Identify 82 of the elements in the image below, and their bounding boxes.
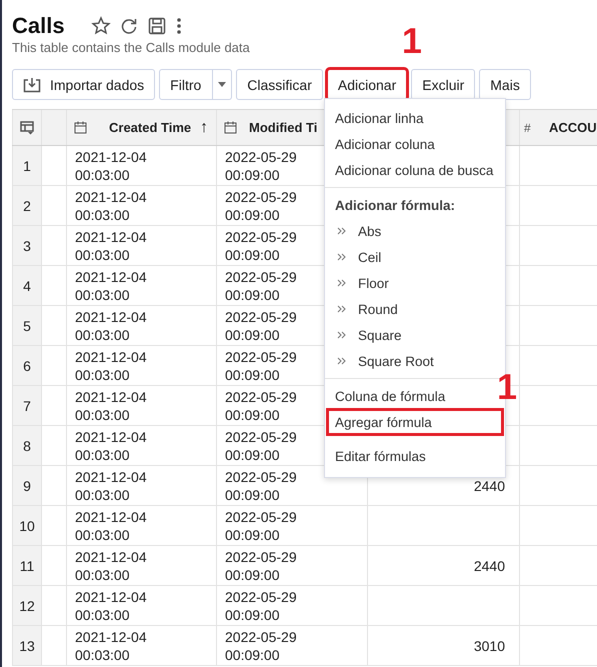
- callout-number: 1: [402, 23, 422, 59]
- table-cell-text: 2022-05-29 00:09:00: [225, 388, 298, 424]
- table-cell-text: 2021-12-04 00:03:00: [75, 468, 148, 504]
- table-cell-text: 2022-05-29 00:09:00: [225, 308, 298, 344]
- table-cell-text: 2022-05-29 00:09:00: [225, 548, 298, 584]
- column-header[interactable]: ACCOU: [549, 120, 597, 135]
- row-number: 5: [12, 306, 42, 345]
- double-chevron-icon: [337, 227, 346, 235]
- table-cell: 2440: [474, 558, 505, 574]
- double-chevron-icon: [337, 279, 346, 287]
- row-number: 4: [12, 266, 42, 305]
- row-number: 9: [12, 466, 42, 505]
- toolbar-button[interactable]: Filtro: [159, 69, 214, 100]
- toolbar-button[interactable]: Classificar: [236, 69, 323, 100]
- menu-item[interactable]: Abs: [325, 218, 505, 244]
- row-number: 2: [12, 186, 42, 225]
- table-cell: 2440: [474, 478, 505, 494]
- table-cell-text: 2021-12-04 00:03:00: [75, 508, 148, 544]
- caret-icon: [218, 82, 226, 87]
- table-cell-text: 2022-05-29 00:09:00: [225, 588, 298, 624]
- menu-item[interactable]: Square: [325, 322, 505, 348]
- calendar-icon: [224, 121, 237, 134]
- table-cell-text: 2021-12-04 00:03:00: [75, 588, 148, 624]
- table-cell-text: 2021-12-04 00:03:00: [75, 628, 148, 664]
- menu-item[interactable]: Editar fórmulas: [325, 443, 505, 469]
- menu-item[interactable]: Ceil: [325, 244, 505, 270]
- menu-item[interactable]: Floor: [325, 270, 505, 296]
- table-cell-text: 2021-12-04 00:03:00: [75, 428, 148, 464]
- table-cell-text: 2021-12-04 00:03:00: [75, 388, 148, 424]
- double-chevron-icon: [337, 331, 346, 339]
- double-chevron-icon: [337, 357, 346, 365]
- double-chevron-icon: [337, 305, 346, 313]
- double-chevron-icon: [337, 253, 346, 261]
- table-settings-icon[interactable]: [20, 120, 34, 134]
- row-number: 12: [12, 586, 42, 625]
- table-cell-text: 2022-05-29 00:09:00: [225, 148, 298, 184]
- type-mark: #: [524, 120, 532, 134]
- menu-heading: Adicionar fórmula:: [334, 196, 456, 214]
- save-icon[interactable]: [146, 16, 167, 36]
- menu-item[interactable]: Adicionar coluna de busca: [325, 157, 505, 183]
- row-number: 1: [12, 146, 42, 185]
- menu-item[interactable]: Adicionar linha: [325, 105, 505, 131]
- row-number: 6: [12, 346, 42, 385]
- table-cell-text: 2021-12-04 00:03:00: [75, 268, 148, 304]
- table-cell-text: 2021-12-04 00:03:00: [75, 188, 148, 224]
- table-cell-text: 2022-05-29 00:09:00: [225, 468, 298, 504]
- toolbar-button[interactable]: Excluir: [411, 69, 476, 100]
- table-cell-text: 2022-05-29 00:09:00: [225, 428, 298, 464]
- column-header[interactable]: Created Time: [95, 120, 192, 135]
- import-icon: [23, 76, 41, 92]
- table-cell-text: 2021-12-04 00:03:00: [75, 228, 148, 264]
- table-cell-text: 2022-05-29 00:09:00: [225, 508, 298, 544]
- page-title: Calls: [12, 13, 65, 39]
- refresh-icon[interactable]: [118, 16, 139, 36]
- table-cell-text: 2022-05-29 00:09:00: [225, 228, 298, 264]
- table-cell: 3010: [474, 638, 505, 654]
- menu-item[interactable]: Adicionar coluna: [325, 131, 505, 157]
- dropdown-button[interactable]: [213, 69, 232, 100]
- sort-arrow[interactable]: ↑: [200, 118, 208, 136]
- table-cell-text: 2021-12-04 00:03:00: [75, 348, 148, 384]
- toolbar-button[interactable]: Adicionar: [326, 69, 408, 100]
- table-cell-text: 2022-05-29 00:09:00: [225, 188, 298, 224]
- star-icon[interactable]: [90, 16, 111, 36]
- row-number: 10: [12, 506, 42, 545]
- table-cell-text: 2022-05-29 00:09:00: [225, 628, 298, 664]
- column-header[interactable]: Modified Ti: [237, 120, 318, 135]
- row-number: 7: [12, 386, 42, 425]
- toolbar-button[interactable]: Mais: [479, 69, 531, 100]
- row-number: 3: [12, 226, 42, 265]
- table-cell-text: 2021-12-04 00:03:00: [75, 548, 148, 584]
- page-subtitle: This table contains the Calls module data: [12, 40, 250, 56]
- menu-item[interactable]: Round: [325, 296, 505, 322]
- table-cell-text: 2022-05-29 00:09:00: [225, 268, 298, 304]
- calendar-icon: [74, 121, 87, 134]
- row-number: 13: [12, 626, 42, 665]
- row-number: 11: [12, 546, 42, 585]
- more-icon[interactable]: [174, 16, 183, 36]
- table-cell-text: 2021-12-04 00:03:00: [75, 308, 148, 344]
- toolbar-button[interactable]: Importar dados: [12, 69, 156, 100]
- table-cell-text: 2022-05-29 00:09:00: [225, 348, 298, 384]
- table-cell-text: 2021-12-04 00:03:00: [75, 148, 148, 184]
- row-number: 8: [12, 426, 42, 465]
